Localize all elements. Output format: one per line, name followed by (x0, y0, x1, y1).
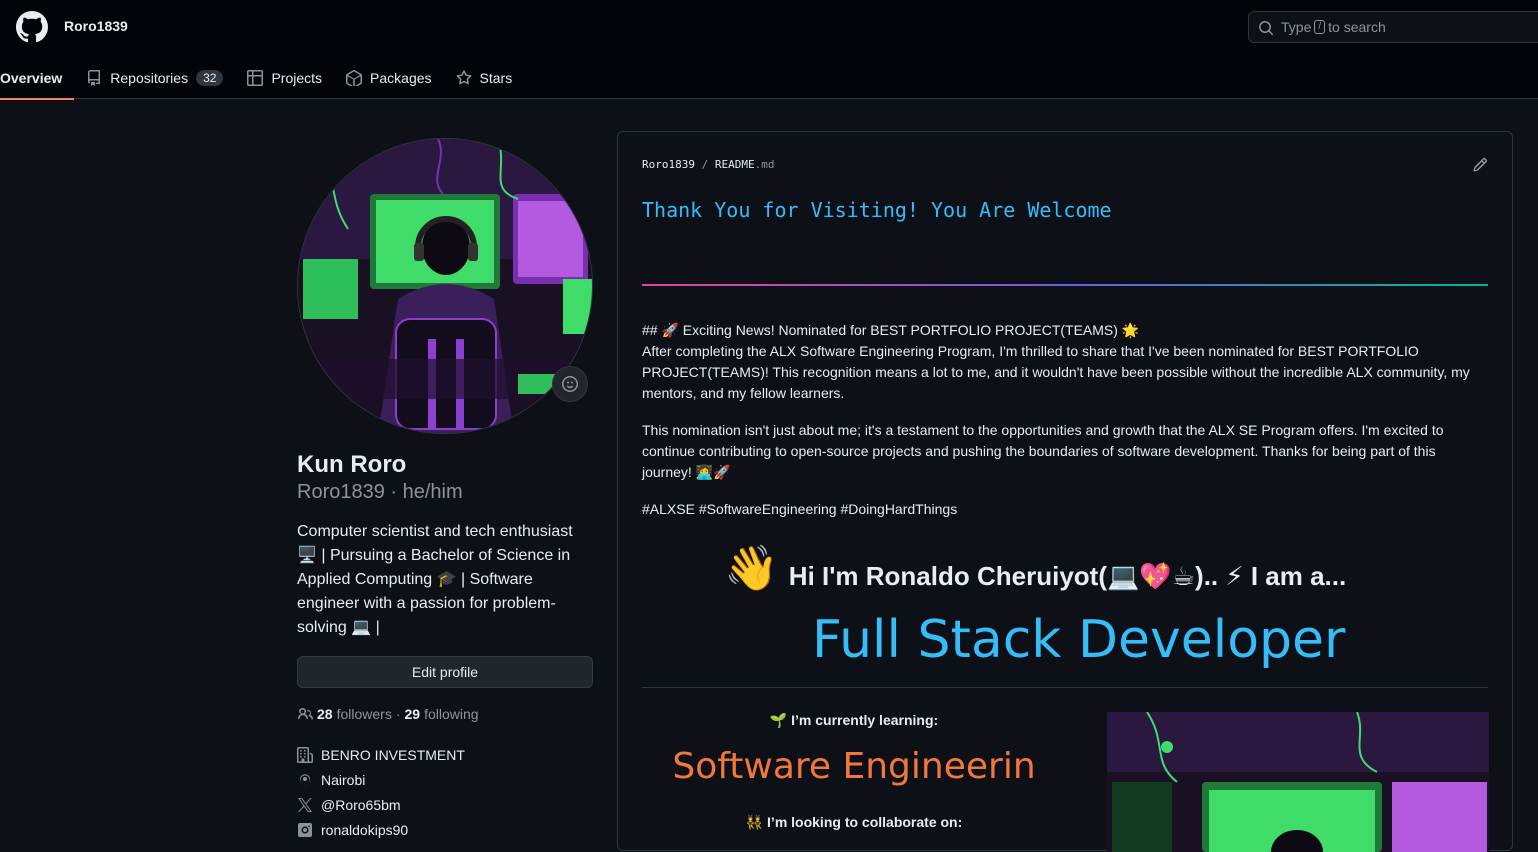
coder-artwork-icon (1107, 712, 1489, 852)
greeting-line: 👋 Hi I'm Ronaldo Cheruiyot(💻💖☕).. ⚡ I am… (724, 542, 1424, 594)
role-typing-banner: Full Stack Developer (812, 610, 1346, 670)
followers-label: followers (336, 706, 392, 722)
set-status-button[interactable] (552, 366, 588, 402)
tab-overview[interactable]: Overview (0, 56, 75, 100)
star-icon (456, 69, 471, 84)
instagram-icon (298, 822, 312, 837)
tab-packages-label: Packages (370, 69, 432, 86)
readme-artwork (1107, 712, 1489, 852)
location-text: Nairobi (321, 771, 366, 788)
follow-separator: · (395, 706, 401, 722)
readme-file-link[interactable]: README.md (715, 158, 775, 171)
follow-stats: 28 followers · 29 following (297, 706, 593, 722)
search-icon (1259, 21, 1274, 36)
tab-projects-label: Projects (271, 69, 323, 86)
profile-fullname: Kun Roro (297, 451, 407, 478)
tab-stars-label: Stars (479, 69, 513, 86)
collaborate-label: 👯 I’m looking to collaborate on: (745, 814, 963, 830)
readme-paragraph-2: This nomination isn't just about me; it'… (642, 422, 1444, 480)
table-icon (247, 69, 264, 86)
following-link[interactable]: 29 following (405, 706, 479, 722)
followers-link[interactable]: 28 followers (317, 706, 392, 722)
profile-instagram[interactable]: ronaldokips90 (297, 817, 593, 842)
people-icon (298, 708, 313, 720)
profile-company: BENRO INVESTMENT (297, 742, 593, 767)
smiley-icon (562, 376, 578, 392)
readme-file-ext: .md (754, 158, 775, 171)
search-input[interactable]: Type / to search (1248, 11, 1538, 43)
greeting-text: Hi I'm Ronaldo Cheruiyot(💻💖☕).. ⚡ I am a… (788, 561, 1347, 591)
tab-stars[interactable]: Stars (444, 56, 525, 99)
profile-login: Roro1839 (297, 481, 385, 503)
profile-sidebar: Kun Roro Roro1839 · he/him Computer scie… (297, 138, 593, 842)
readme-news-heading: ## 🚀 Exciting News! Nominated for BEST P… (642, 322, 1140, 338)
readme-path: Roro1839 / README.md (642, 158, 775, 171)
tab-repositories-label: Repositories (110, 69, 189, 86)
readme-card: Roro1839 / README.md Thank You for Visit… (617, 131, 1513, 852)
profile-tabs: Overview Repositories 32 Projects Packag… (0, 56, 525, 100)
repositories-count-badge: 32 (196, 69, 224, 86)
profile-twitter[interactable]: @Roro65bm (297, 792, 593, 817)
learning-typing-banner: Software Engineerin (672, 746, 1036, 787)
followers-count: 28 (317, 706, 333, 722)
profile-location: Nairobi (297, 767, 593, 792)
avatar[interactable] (297, 138, 593, 434)
learning-label: 🌱 I’m currently learning: (769, 712, 939, 728)
profile-bio: Computer scientist and tech enthusiast 🖥… (297, 523, 573, 636)
typing-banner: Thank You for Visiting! You Are Welcome (642, 198, 1112, 222)
avatar-artwork-icon (298, 139, 592, 433)
header-username[interactable]: Roro1839 (64, 18, 128, 34)
section-divider (642, 687, 1488, 688)
rainbow-divider (642, 284, 1488, 286)
following-count: 29 (404, 706, 421, 722)
tab-projects[interactable]: Projects (235, 56, 334, 99)
top-header: Roro1839 Type / to search Overview Repos… (0, 0, 1538, 100)
tab-packages[interactable]: Packages (334, 56, 443, 99)
pencil-icon[interactable] (1472, 157, 1488, 173)
profile-login-line: Roro1839 · he/him (297, 481, 463, 503)
readme-body: ## 🚀 Exciting News! Nominated for BEST P… (642, 320, 1488, 536)
edit-profile-button[interactable]: Edit profile (297, 656, 593, 688)
following-label: following (424, 706, 479, 722)
readme-paragraph-1: ## 🚀 Exciting News! Nominated for BEST P… (642, 320, 1488, 404)
readme-news-text: After completing the ALX Software Engine… (642, 343, 1470, 401)
tab-overview-label: Overview (0, 69, 63, 86)
search-suffix: to search (1328, 19, 1386, 35)
readme-hashtags: #ALXSE #SoftwareEngineering #DoingHardTh… (642, 501, 958, 517)
search-prefix: Type (1281, 19, 1312, 35)
readme-owner-link[interactable]: Roro1839 (642, 158, 695, 171)
profile-pronouns: he/him (402, 481, 463, 503)
twitter-handle: @Roro65bm (321, 796, 401, 813)
instagram-handle: ronaldokips90 (321, 821, 409, 838)
wave-icon: 👋 (724, 544, 779, 593)
search-shortcut-key: / (1314, 20, 1326, 34)
github-logo-icon[interactable] (16, 11, 48, 43)
organization-icon (297, 746, 313, 763)
package-icon (346, 69, 363, 86)
tab-repositories[interactable]: Repositories 32 (74, 56, 235, 99)
x-logo-icon (298, 797, 312, 812)
repo-icon (88, 69, 101, 86)
company-text: BENRO INVESTMENT (321, 746, 465, 763)
profile-details: BENRO INVESTMENT Nairobi @Roro65bm ronal… (297, 742, 593, 842)
readme-file-name: README (714, 158, 755, 171)
location-icon (300, 773, 310, 786)
